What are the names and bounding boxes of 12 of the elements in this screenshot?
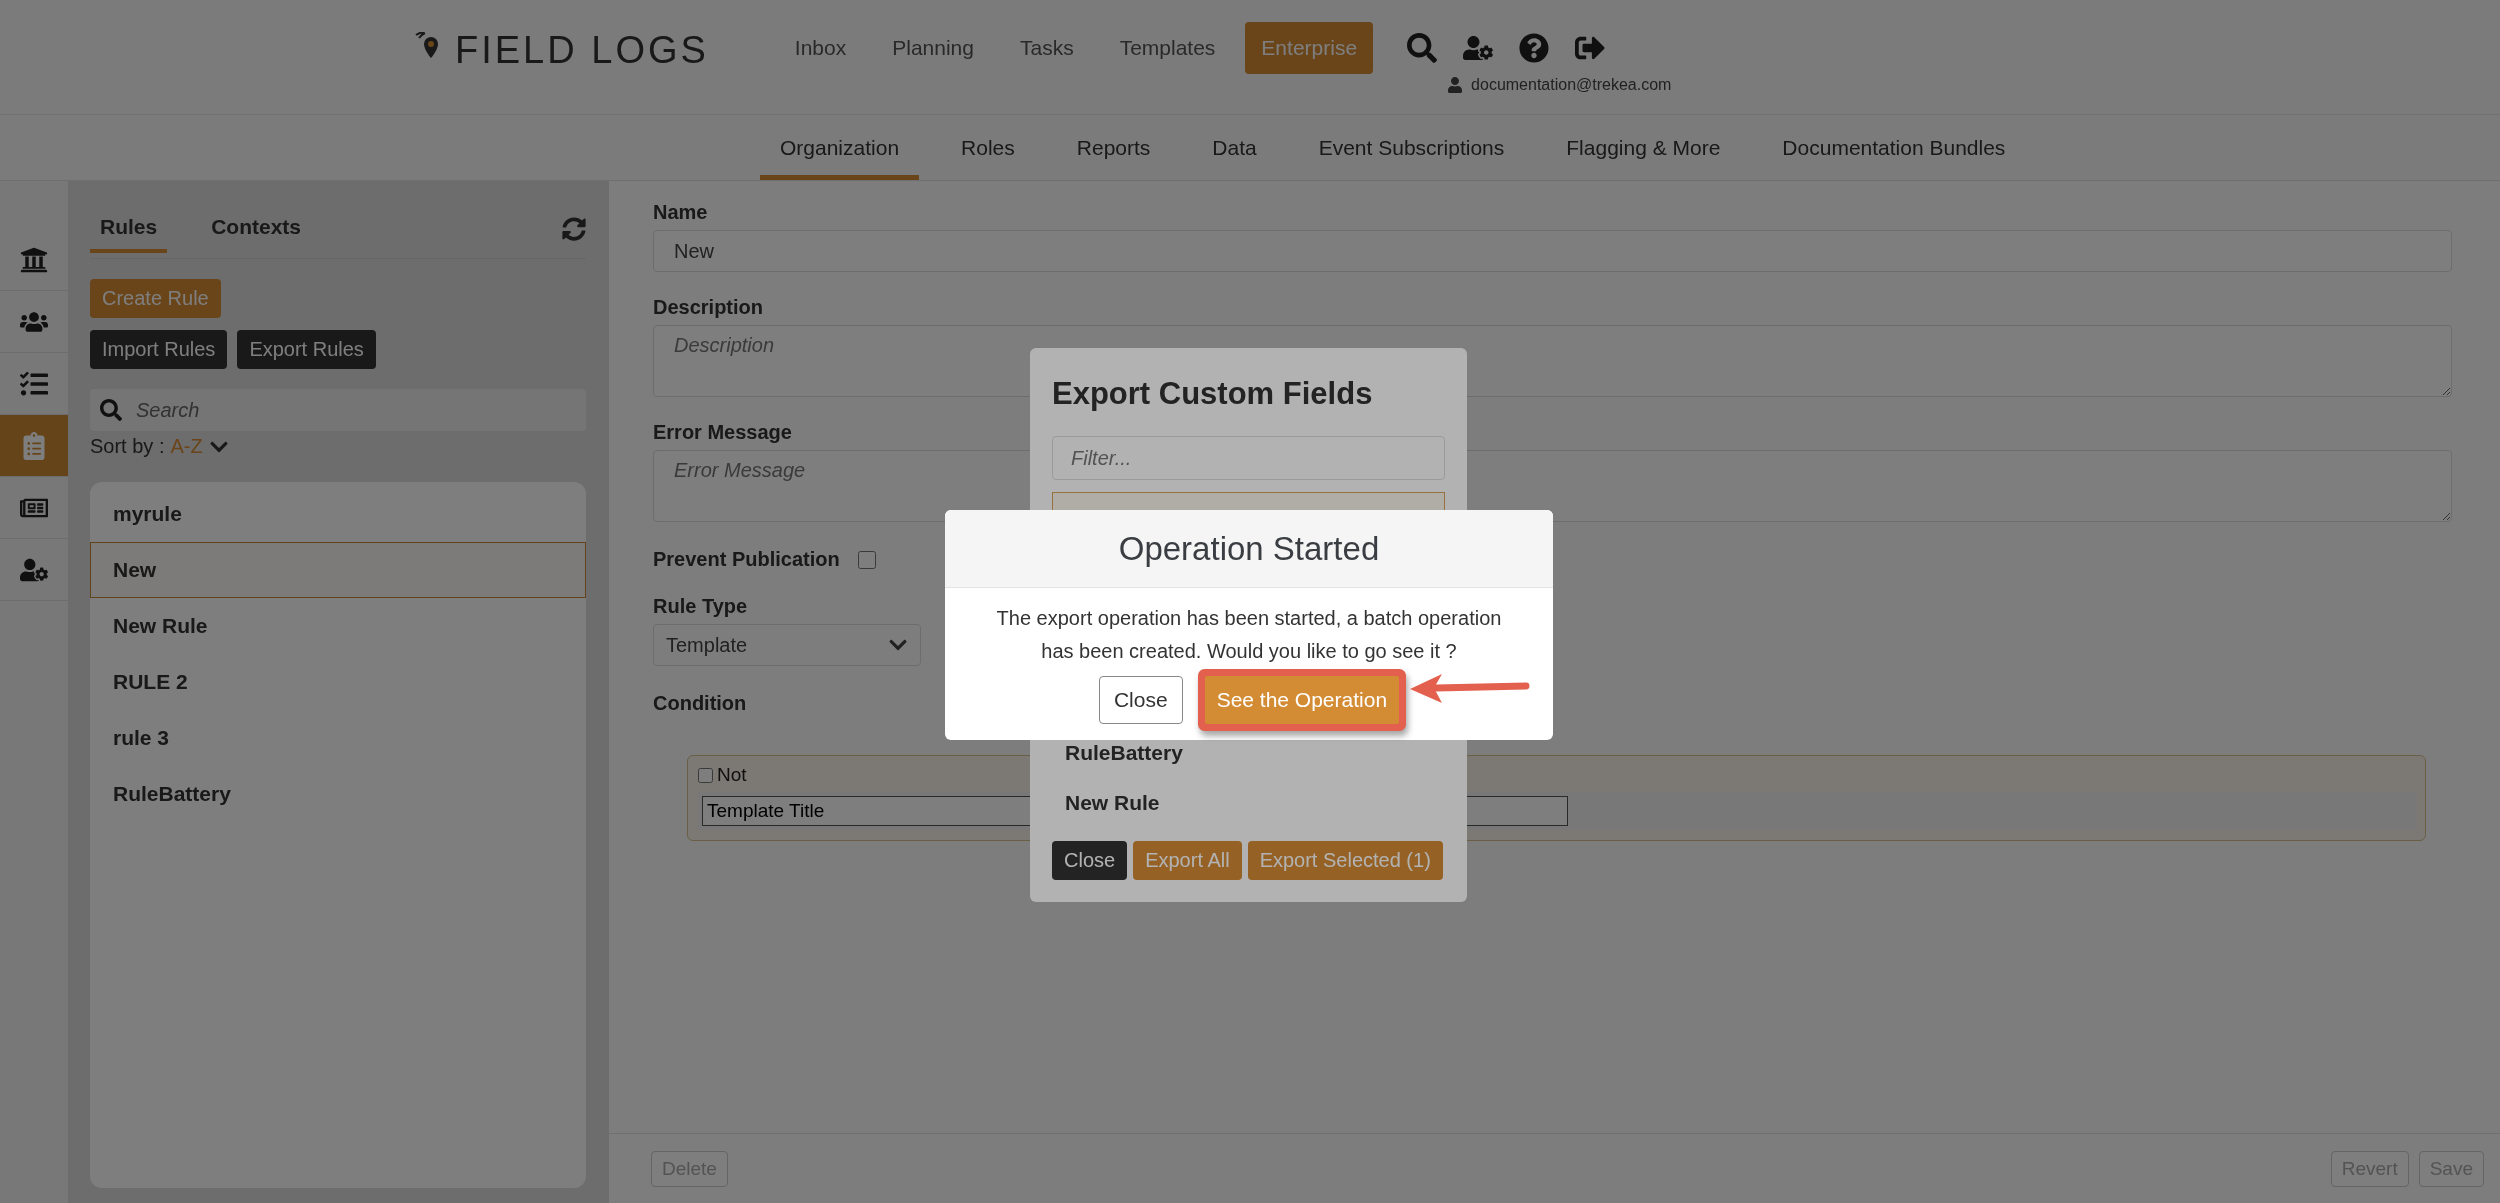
field-label: Rule Type	[653, 595, 748, 618]
sort-label: Sort by :	[90, 435, 165, 458]
field-label: Description	[653, 296, 764, 319]
dialog-title: Operation Started	[1118, 529, 1380, 568]
logo-text: FIELD LOGS	[455, 28, 709, 72]
field-label: Name	[653, 201, 708, 224]
field-label: Condition	[653, 692, 747, 715]
user-email: documentation@trekea.com	[1471, 76, 1672, 94]
checkbox-label: Not	[717, 764, 747, 786]
field-label: Prevent Publication	[653, 548, 840, 571]
dialog-message: The export operation has been started, a batch operation has been created. Would you like to go see it ?	[995, 606, 1503, 664]
field-label: Error Message	[653, 421, 792, 444]
